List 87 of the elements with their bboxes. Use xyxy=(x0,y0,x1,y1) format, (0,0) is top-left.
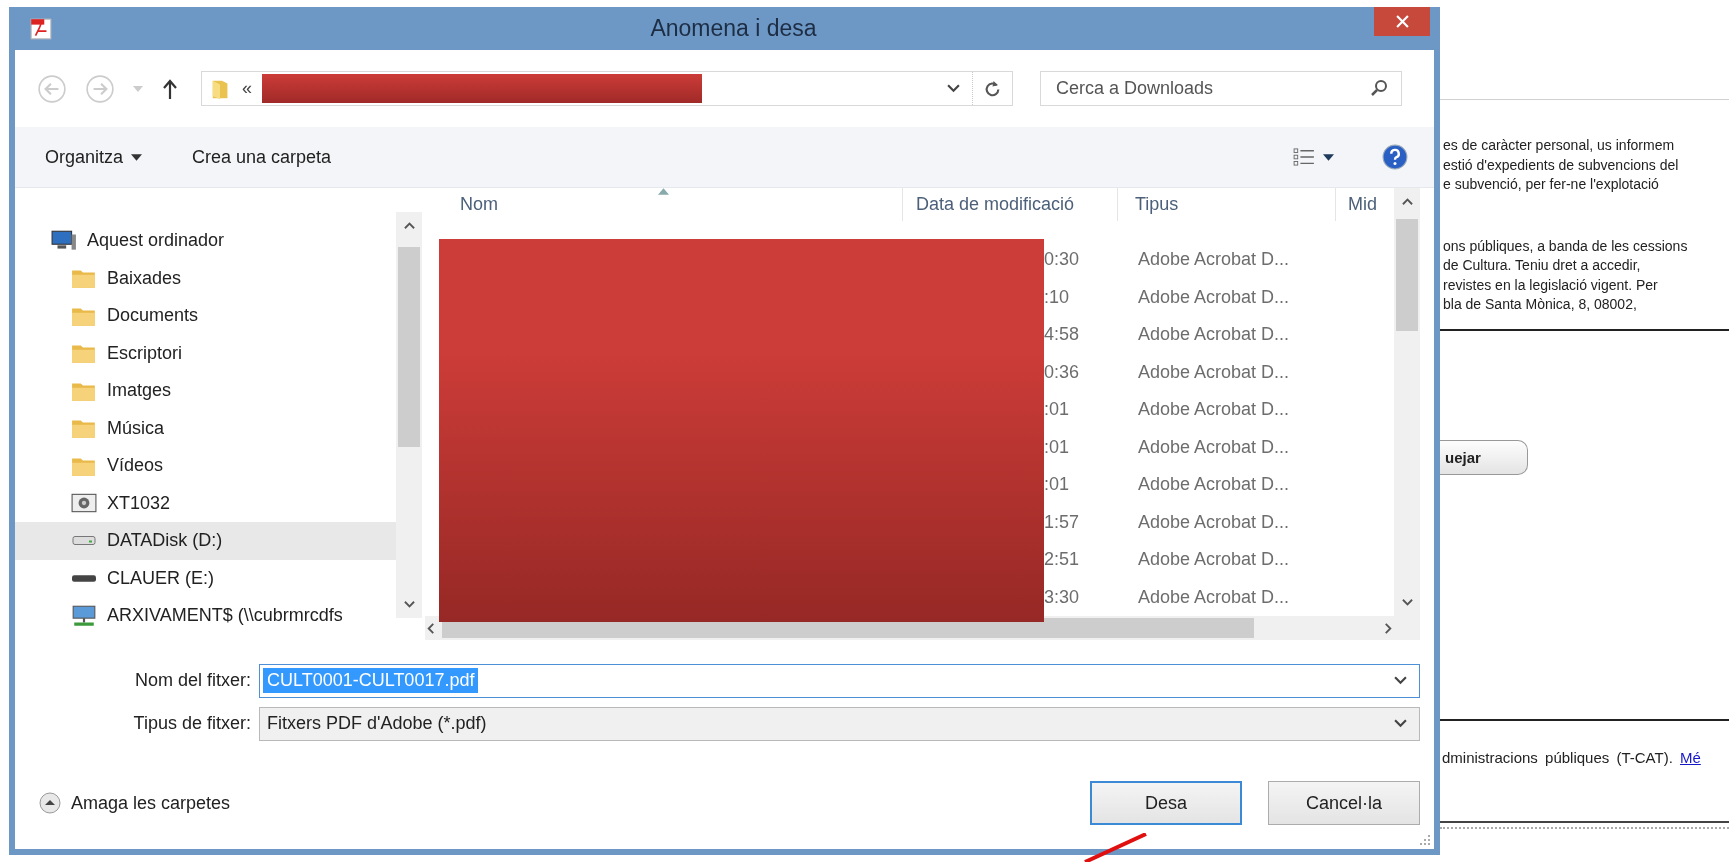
type-cell: Adobe Acrobat D... xyxy=(1138,249,1290,271)
search-icon xyxy=(1370,79,1388,97)
computer-icon xyxy=(51,229,77,252)
annotation-line xyxy=(1084,833,1148,862)
date-cell-text: 1:57 xyxy=(1044,511,1081,533)
scroll-down-icon[interactable] xyxy=(1401,597,1413,608)
date-cell-text: 4:58 xyxy=(1044,324,1081,346)
scroll-down-icon[interactable] xyxy=(403,599,415,610)
nav-item[interactable]: Baixades xyxy=(15,259,396,297)
date-cell-text: 2:51 xyxy=(1044,549,1081,571)
file-type-label: Tipus de fitxer: xyxy=(132,713,252,734)
chevron-down-icon[interactable] xyxy=(1394,719,1407,728)
chevron-down-icon[interactable] xyxy=(1394,676,1407,685)
type-cell: Adobe Acrobat D... xyxy=(1138,511,1290,533)
view-options-button[interactable] xyxy=(1293,148,1334,166)
scrollbar[interactable] xyxy=(1394,188,1420,640)
new-folder-button[interactable]: Crea una carpeta xyxy=(192,146,332,168)
nav-item[interactable]: Imatges xyxy=(15,372,396,410)
resize-grip-icon[interactable] xyxy=(1419,834,1431,846)
date-cell-text: :01 xyxy=(1044,436,1071,458)
nav-item[interactable]: Música xyxy=(15,409,396,447)
date-cell-text: :01 xyxy=(1044,474,1071,496)
folder-icon xyxy=(71,342,97,365)
more-link[interactable]: Mé xyxy=(1679,748,1701,766)
type-cell: Adobe Acrobat D... xyxy=(1138,399,1290,421)
nav-item[interactable]: Documents xyxy=(15,297,396,335)
hide-folders-button[interactable]: Amaga les carpetes xyxy=(39,792,231,814)
paragraph: ons públiques, a banda de les cessions de Cultura. Teniu dret a accedir, revistes en la legislació vigent. Per bla de Santa Mònica, 8, 08002, xyxy=(1443,236,1689,314)
date-cell-text: 3:30 xyxy=(1044,586,1081,608)
close-icon xyxy=(1395,15,1409,28)
organize-button[interactable]: Organitza xyxy=(45,146,143,168)
column-header[interactable]: Nom xyxy=(425,188,903,221)
scrollbar-thumb[interactable] xyxy=(1396,219,1418,331)
paragraph: es de caràcter personal, us informem estió d'expedients de subvencions del e subvenció, per fer-ne l'explotació xyxy=(1443,136,1680,194)
chevron-down-icon[interactable] xyxy=(947,84,960,93)
drive-icon xyxy=(72,536,96,546)
file-name-label: Nom del fitxer: xyxy=(133,670,252,691)
column-header[interactable]: Data de modificació xyxy=(903,188,1118,221)
address-bar[interactable]: « xyxy=(201,71,1013,106)
drive-icon xyxy=(72,573,96,583)
nav-item[interactable]: XT1032 xyxy=(15,484,396,522)
nav-item[interactable]: Vídeos xyxy=(15,447,396,485)
column-header[interactable]: Tipus xyxy=(1118,188,1336,221)
page-button[interactable]: uejar xyxy=(1440,439,1528,475)
type-cell: Adobe Acrobat D... xyxy=(1138,324,1290,346)
up-arrow-icon[interactable] xyxy=(163,78,177,99)
column-header[interactable]: Mid xyxy=(1336,188,1394,221)
date-cell-text: :01 xyxy=(1044,399,1071,421)
type-cell: Adobe Acrobat D... xyxy=(1138,361,1290,383)
breadcrumb-overflow[interactable]: « xyxy=(242,78,252,99)
footer-text: dministracions públiques (T-CAT). xyxy=(1442,748,1673,766)
close-button[interactable] xyxy=(1374,7,1430,36)
cancel-button[interactable]: Cancel·la xyxy=(1268,781,1420,825)
scroll-up-icon[interactable] xyxy=(1401,196,1413,207)
type-cell: Adobe Acrobat D... xyxy=(1138,586,1290,608)
nav-item[interactable]: Aquest ordinador xyxy=(15,222,396,260)
caret-icon xyxy=(131,153,143,161)
type-cell: Adobe Acrobat D... xyxy=(1138,286,1290,308)
file-type-dropdown[interactable]: Fitxers PDF d'Adobe (*.pdf) xyxy=(259,706,1420,741)
scroll-up-icon[interactable] xyxy=(403,220,415,231)
folder-icon xyxy=(71,267,97,290)
nav-item[interactable]: CLAUER (E:) xyxy=(15,559,396,597)
folder-icon xyxy=(71,417,97,440)
nav-item[interactable]: DATADisk (D:) xyxy=(15,522,396,560)
search-field[interactable]: Cerca a Downloads xyxy=(1040,71,1402,106)
network-drive-icon xyxy=(71,604,97,627)
nav-item[interactable]: Escriptori xyxy=(15,334,396,372)
pdf-icon xyxy=(29,16,53,41)
help-icon[interactable] xyxy=(1382,144,1408,170)
window-title: Anomena i desa xyxy=(649,15,818,42)
date-cell-text: 0:36 xyxy=(1044,361,1081,383)
type-cell: Adobe Acrobat D... xyxy=(1138,549,1290,571)
type-cell: Adobe Acrobat D... xyxy=(1138,436,1290,458)
date-cell-text: 0:30 xyxy=(1044,249,1081,271)
caret-icon xyxy=(1323,153,1334,161)
details-view-icon xyxy=(1293,148,1315,166)
scroll-right-icon[interactable] xyxy=(1383,622,1394,634)
camera-icon xyxy=(71,492,97,515)
date-cell-text: :10 xyxy=(1044,286,1071,308)
nav-item[interactable]: ARXIVAMENT$ (\\cubrmrcdfs xyxy=(15,597,396,635)
save-button[interactable]: Desa xyxy=(1090,781,1242,825)
refresh-icon xyxy=(984,80,1001,97)
scrollbar-thumb[interactable] xyxy=(398,247,420,447)
collapse-icon xyxy=(39,792,61,814)
scroll-left-icon[interactable] xyxy=(425,622,436,634)
type-cell: Adobe Acrobat D... xyxy=(1138,474,1290,496)
scrollbar[interactable] xyxy=(396,212,422,618)
